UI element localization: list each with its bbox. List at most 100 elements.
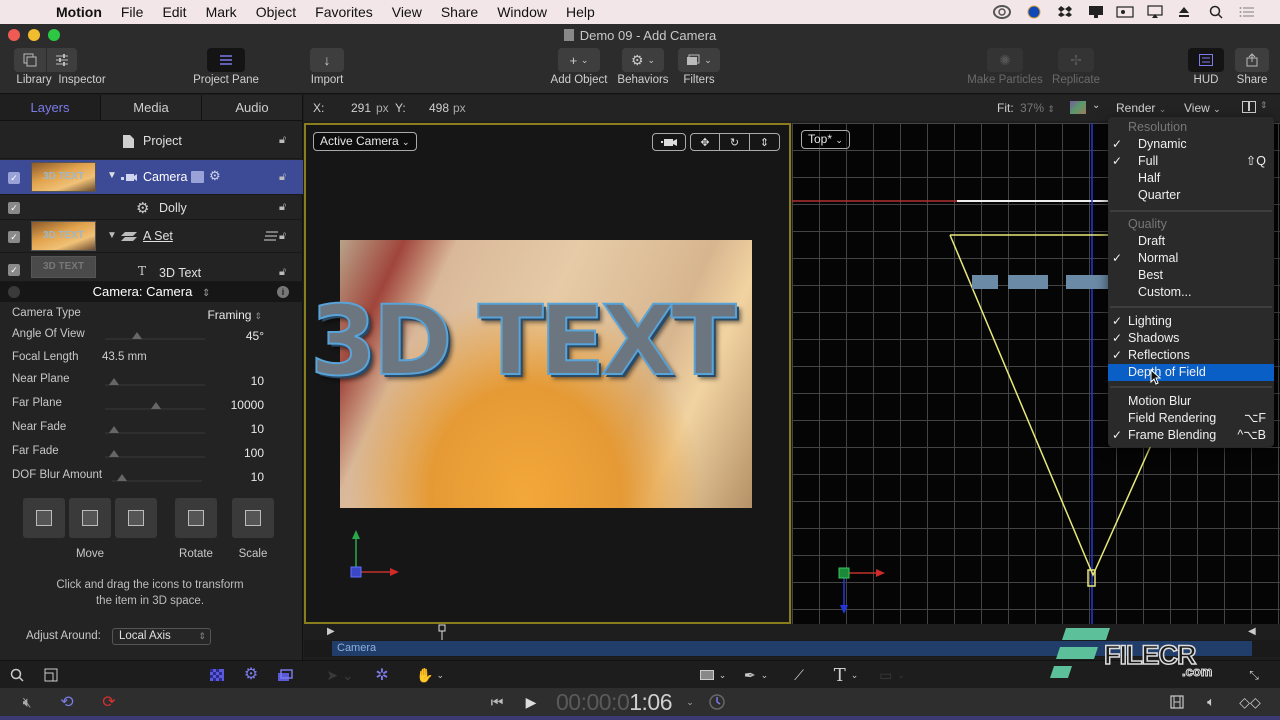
text-tool-icon[interactable]: T ⌄ xyxy=(828,665,864,686)
menu-app[interactable]: Motion xyxy=(56,4,102,20)
replicate-button[interactable]: ✢ xyxy=(1058,48,1094,72)
go-to-start-icon[interactable]: ⏮︎ xyxy=(488,693,506,711)
camera-view-popup[interactable]: Active Camera ⌄ xyxy=(313,132,417,151)
dolly-tool-button[interactable]: ⇕ xyxy=(750,133,780,151)
3d-text-object[interactable]: 3D TEXT xyxy=(309,284,737,398)
menu-item-frame-blending[interactable]: ✓ Frame Blending ^⌥B xyxy=(1108,427,1274,444)
far-plane-value[interactable]: 10000 xyxy=(231,398,264,412)
tab-audio[interactable]: Audio xyxy=(202,95,303,120)
spotlight-icon[interactable] xyxy=(1205,3,1227,21)
menu-item-dynamic[interactable]: ✓ Dynamic xyxy=(1108,136,1274,153)
camera-icon[interactable] xyxy=(1114,3,1136,21)
chevron-down-icon[interactable]: ⌄ xyxy=(684,694,696,710)
add-object-button[interactable]: + ⌄ xyxy=(558,48,600,72)
disclosure-triangle-icon[interactable]: ▼ xyxy=(107,170,117,181)
tab-media[interactable]: Media xyxy=(101,95,202,120)
out-point-marker-icon[interactable]: ◀ xyxy=(1248,626,1256,637)
import-button[interactable]: ↓ xyxy=(310,48,344,72)
angle-of-view-slider[interactable] xyxy=(105,338,205,340)
behaviors-button[interactable]: ⚙ ⌄ xyxy=(622,48,664,72)
menu-item-depth-of-field[interactable]: Depth of Field xyxy=(1108,364,1274,385)
inspector-title[interactable]: Camera: Camera xyxy=(93,284,193,299)
lock-icon[interactable]: 🔓︎ xyxy=(279,171,291,183)
bezier-pen-tool-icon[interactable]: ✒ ⌄ xyxy=(736,666,776,684)
menu-item-reflections[interactable]: ✓ Reflections xyxy=(1108,347,1274,364)
popup-arrows-icon[interactable]: ⇕ xyxy=(1260,100,1268,111)
keyframe-editor-icon[interactable]: ◇◇ xyxy=(1236,693,1264,711)
display-icon[interactable] xyxy=(1085,3,1107,21)
paint-brush-tool-icon[interactable]: ⟋ xyxy=(789,666,809,684)
layer-visibility-checkbox[interactable]: ✓ xyxy=(8,264,20,276)
menu-file[interactable]: File xyxy=(121,4,144,20)
lock-icon[interactable]: 🔓︎ xyxy=(279,134,291,146)
behavior-gear-icon[interactable]: ⚙ xyxy=(209,168,221,184)
3d-transform-tool-icon[interactable]: ✲ xyxy=(372,666,392,684)
menu-item-half[interactable]: Half xyxy=(1108,170,1274,187)
menu-mark[interactable]: Mark xyxy=(206,4,237,20)
menu-item-draft[interactable]: Draft xyxy=(1108,233,1274,250)
playhead-icon[interactable] xyxy=(438,624,446,640)
camera-tool-button[interactable] xyxy=(652,133,686,151)
rotate-button[interactable] xyxy=(175,498,217,538)
orbit-tool-button[interactable]: ↻ xyxy=(720,133,750,151)
play-icon[interactable]: ▶︎ xyxy=(522,693,540,711)
menu-edit[interactable]: Edit xyxy=(162,4,186,20)
notification-center-icon[interactable] xyxy=(1236,3,1258,21)
expand-canvas-icon[interactable]: ⤡ xyxy=(1244,666,1264,684)
hud-button[interactable] xyxy=(1188,48,1224,72)
move-xz-button[interactable] xyxy=(69,498,111,538)
audio-mute-icon[interactable]: 🔇︎ xyxy=(12,693,42,711)
layer-visibility-checkbox[interactable]: ✓ xyxy=(8,172,20,184)
layer-visibility-checkbox[interactable]: ✓ xyxy=(8,231,20,243)
inspector-button[interactable] xyxy=(47,48,77,72)
angle-of-view-value[interactable]: 45° xyxy=(246,329,264,343)
tab-layers[interactable]: Layers xyxy=(0,95,101,120)
viewport-layout-icon[interactable] xyxy=(1242,101,1256,113)
layer-row-dolly[interactable]: ✓ ⚙ Dolly 🔓︎ xyxy=(0,196,303,220)
popup-arrows-icon[interactable]: ⇕ xyxy=(202,288,210,299)
audio-timeline-icon[interactable]: 🔈︎ xyxy=(1202,693,1220,711)
render-menu-button[interactable]: Render ⌄ xyxy=(1116,101,1166,115)
menu-item-field-rendering[interactable]: Field Rendering ⌥F xyxy=(1108,410,1274,427)
menu-share[interactable]: Share xyxy=(441,4,478,20)
move-z-button[interactable] xyxy=(115,498,157,538)
near-fade-slider[interactable] xyxy=(105,432,205,434)
far-fade-slider-thumb[interactable] xyxy=(109,450,119,457)
airplay-icon[interactable] xyxy=(1144,3,1166,21)
timecode-display[interactable]: 00:00:01:06 xyxy=(556,689,673,716)
angle-of-view-slider-thumb[interactable] xyxy=(132,332,142,339)
menu-item-lighting[interactable]: ✓ Lighting xyxy=(1108,313,1274,330)
lock-icon[interactable]: 🔓︎ xyxy=(279,266,291,278)
menu-object[interactable]: Object xyxy=(256,4,296,20)
library-button[interactable] xyxy=(14,48,46,72)
layer-row-project[interactable]: Project 🔓︎ xyxy=(0,122,303,159)
in-point-marker-icon[interactable]: ▶ xyxy=(327,626,335,637)
menu-help[interactable]: Help xyxy=(566,4,595,20)
camera-type-popup[interactable]: Framing ⇕ xyxy=(207,308,262,322)
info-icon[interactable]: i xyxy=(277,286,289,298)
chevron-down-icon[interactable]: ⌄ xyxy=(1092,100,1100,111)
menu-view[interactable]: View xyxy=(392,4,422,20)
timeline-filmstrip-icon[interactable] xyxy=(1168,693,1186,711)
filters-button[interactable]: ⌄ xyxy=(678,48,720,72)
near-plane-slider[interactable] xyxy=(105,384,205,386)
search-icon[interactable] xyxy=(8,667,26,683)
layer-row-3d-text[interactable]: ✓ 3D TEXT T 3D Text 🔓︎ xyxy=(0,254,303,282)
camera-frame-icon[interactable] xyxy=(191,171,204,183)
thumbnail-toggle-icon[interactable] xyxy=(42,667,60,683)
share-button[interactable] xyxy=(1235,48,1269,72)
loop-playback-icon[interactable]: ⟲ xyxy=(56,693,78,711)
3d-axis-gizmo[interactable] xyxy=(346,525,406,585)
menu-item-custom[interactable]: Custom... xyxy=(1108,284,1274,301)
near-fade-value[interactable]: 10 xyxy=(251,422,264,436)
layer-stack-icon[interactable] xyxy=(264,231,278,241)
project-pane-button[interactable] xyxy=(207,48,245,72)
fit-zoom-popup[interactable]: 37% ⇕ xyxy=(1020,101,1055,115)
lock-icon[interactable]: 🔓︎ xyxy=(279,230,291,242)
move-xy-button[interactable] xyxy=(23,498,65,538)
disclosure-triangle-icon[interactable]: ▼ xyxy=(107,230,117,241)
near-plane-slider-thumb[interactable] xyxy=(109,378,119,385)
menu-item-shadows[interactable]: ✓ Shadows xyxy=(1108,330,1274,347)
adjust-around-select[interactable]: Local Axis ⇕ xyxy=(112,628,211,645)
layer-row-camera[interactable]: ✓ 3D TEXT ▼ Camera ⚙ 🔓︎ xyxy=(0,160,303,195)
